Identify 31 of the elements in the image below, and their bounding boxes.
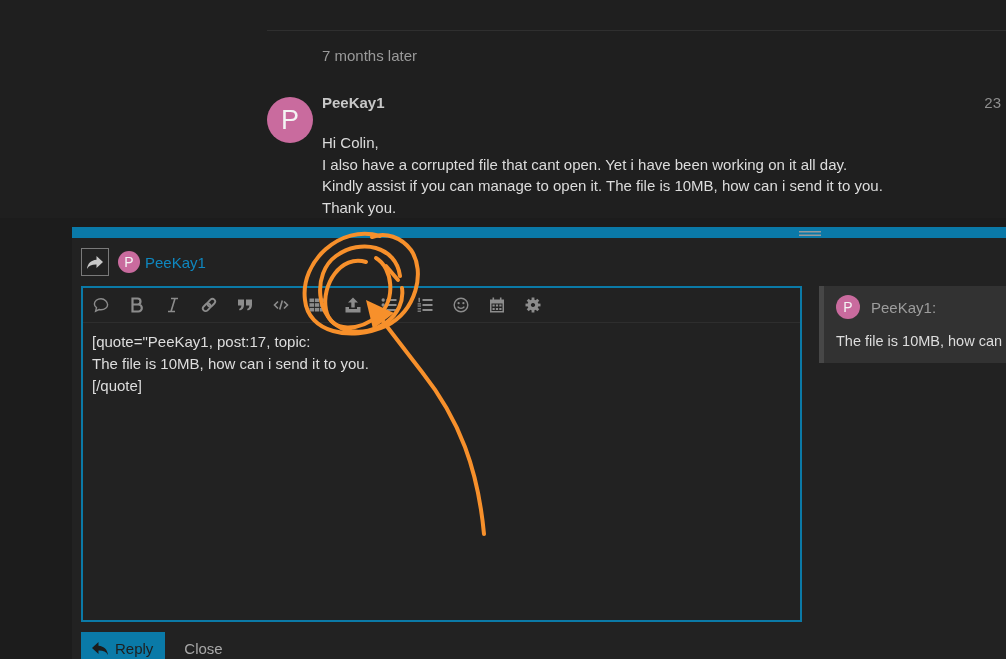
upload-icon: [345, 297, 361, 313]
quote-text: The file is 10MB, how can: [836, 332, 1003, 351]
post-time[interactable]: 23: [984, 95, 1001, 111]
link-icon: [201, 297, 217, 313]
quote-icon: [237, 297, 253, 313]
italic-icon: [165, 297, 181, 313]
post-text-line: Thank you.: [322, 197, 397, 218]
resize-grip-icon[interactable]: [799, 231, 821, 236]
reply-action-button[interactable]: [81, 248, 109, 276]
reply-button[interactable]: Reply: [81, 632, 166, 659]
user-avatar[interactable]: P: [267, 97, 313, 143]
calendar-icon: [489, 297, 505, 313]
speech-bubble-icon: [93, 297, 109, 313]
time-gap-label: 7 months later: [322, 48, 418, 64]
bold-icon: [129, 297, 145, 313]
emoji-icon: [453, 297, 469, 313]
post-text-line: I also have a corrupted file that cant open. Yet i have been working on it all day.: [322, 154, 848, 175]
numbered-list-icon: [417, 297, 433, 313]
user-avatar[interactable]: P: [118, 251, 140, 273]
reply-arrow-icon: [92, 641, 108, 655]
reply-to-user-link[interactable]: PeeKay1: [145, 253, 206, 271]
post-author[interactable]: PeeKay1: [322, 95, 385, 111]
settings-icon: [525, 297, 541, 313]
close-button[interactable]: Close: [172, 632, 235, 659]
post-text-line: Hi Colin,: [322, 133, 379, 153]
share-arrow-icon: [87, 255, 103, 269]
table-icon: [309, 297, 325, 313]
code-icon: [273, 297, 289, 313]
user-avatar: P: [836, 295, 860, 319]
post-text-line: Kindly assist if you can manage to open it. The file is 10MB, how can i send it to you.: [322, 176, 883, 196]
quote-author: PeeKay1:: [871, 298, 937, 316]
